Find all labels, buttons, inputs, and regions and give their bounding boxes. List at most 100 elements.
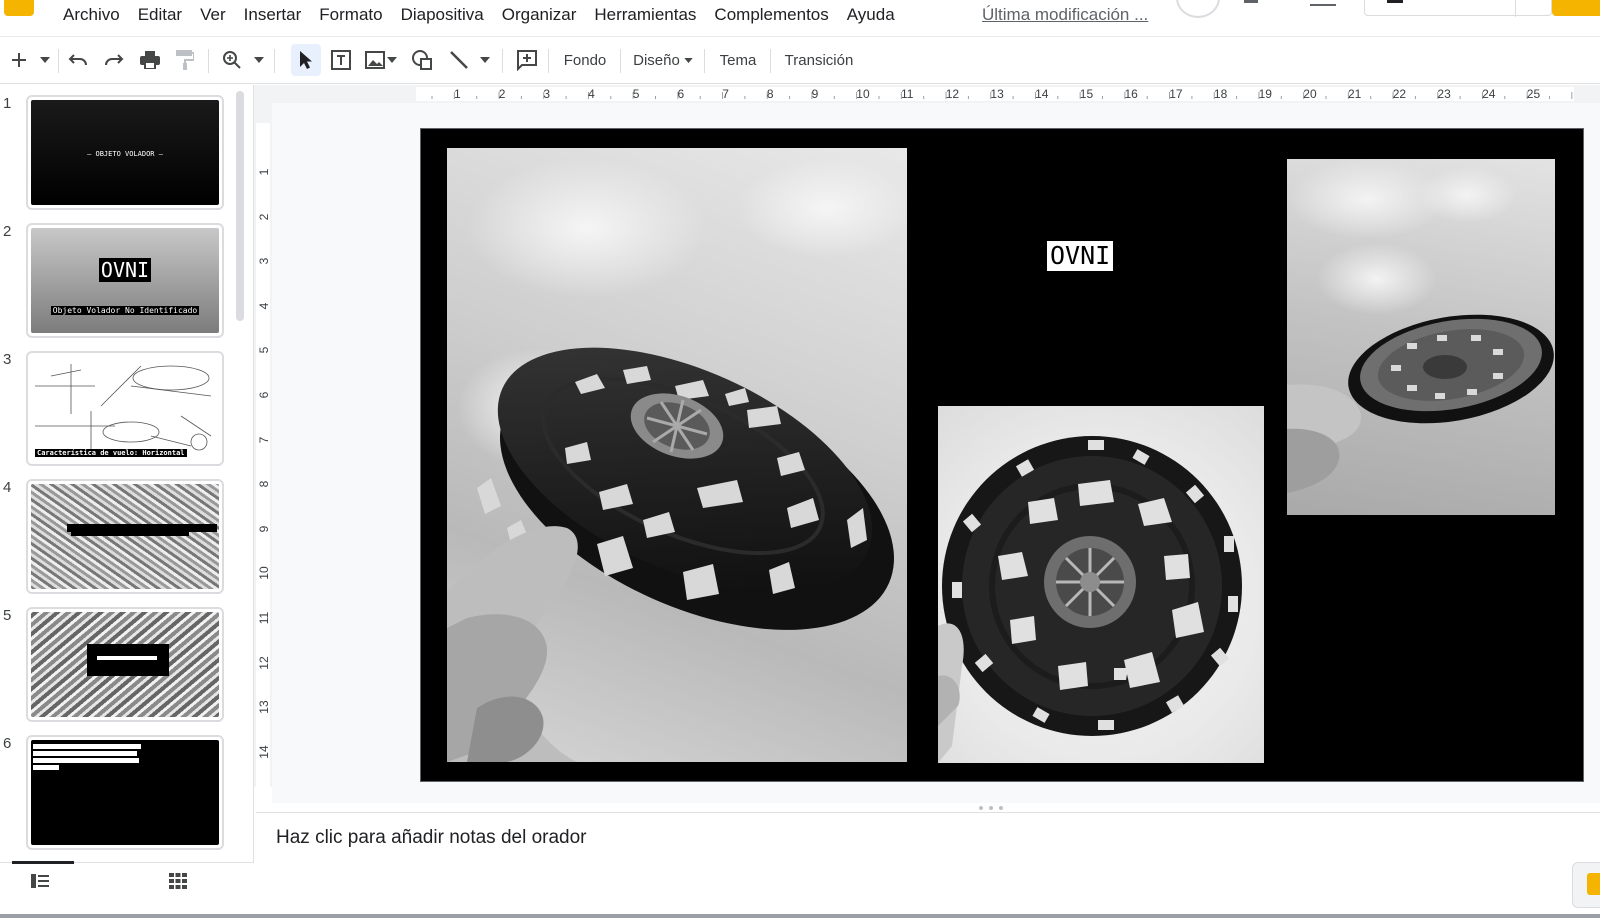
ruler-tick-label: 10 [856,87,870,101]
slide-thumbnail-textbar [33,765,59,770]
theme-button[interactable]: Tema [712,37,764,83]
slide-number: 1 [3,95,12,112]
slide-thumbnail-textbox [87,644,169,676]
shape-icon[interactable] [408,37,436,83]
ruler-tick-label: 14 [1035,87,1049,101]
zoom-icon[interactable] [218,37,246,83]
share-button[interactable] [1552,0,1600,16]
slide-thumbnail-title: OVNI [98,258,152,282]
image-dropdown-icon[interactable] [384,37,400,83]
ruler-tick-label: 5 [257,347,271,354]
slide-thumbnail-1[interactable]: – OBJETO VOLADOR – [26,95,224,210]
slide-thumbnail-3[interactable]: Característica de vuelo: Horizontal [26,351,224,466]
slide-thumbnail-text: – OBJETO VOLADOR – [87,150,163,158]
new-slide-dropdown-icon[interactable] [36,37,54,83]
last-modified-link[interactable]: Última modificación ... [982,4,1148,26]
keep-icon [1587,873,1600,895]
ruler-tick-label: 25 [1526,87,1541,101]
comments-icon[interactable] [1310,0,1336,6]
toolbar: Fondo Diseño Tema Transición [0,36,1600,84]
menu-formato[interactable]: Formato [310,4,391,26]
menu-organizar[interactable]: Organizar [493,4,586,26]
theme-button-label: Tema [719,51,757,69]
menu-insertar[interactable]: Insertar [235,4,311,26]
ruler-tick-label: 11 [257,611,271,625]
ruler-tick-label: 4 [588,87,595,101]
ruler-tick-label: 23 [1437,87,1451,101]
speaker-notes-placeholder[interactable]: Haz clic para añadir notas del orador [276,827,587,849]
flight-diagram-sketch [35,364,212,451]
filmstrip-view-switcher [0,861,254,900]
slide-number: 3 [3,351,12,368]
ruler-tick-label: 20 [1303,87,1317,101]
menu-ver[interactable]: Ver [191,4,235,26]
window-bottom-edge [0,914,1600,918]
grid-view-icon[interactable] [164,869,192,893]
ruler-tick-label: 18 [1213,87,1228,101]
slide-thumbnail-content [31,612,219,717]
slide-thumbnail-6[interactable] [26,735,224,850]
active-view-indicator [12,861,74,864]
line-dropdown-icon[interactable] [476,37,494,83]
present-button[interactable] [1364,0,1552,17]
ruler-tick-label: 4 [257,302,271,310]
ruler-tick-label: 12 [945,87,960,101]
ufo-photo-sky[interactable] [1287,159,1555,515]
menu-items: Archivo Editar Ver Insertar Formato Diap… [54,4,904,26]
redo-icon[interactable] [100,37,128,83]
new-slide-icon[interactable] [6,37,32,83]
menu-complementos[interactable]: Complementos [705,4,837,26]
slide-thumbnail-4[interactable] [26,479,224,594]
slide-number: 2 [3,223,12,240]
transition-button[interactable]: Transición [778,37,860,83]
ruler-tick-label: 24 [1482,87,1496,101]
side-panel-toggle[interactable] [1572,862,1600,908]
slide-thumbnail-5[interactable] [26,607,224,722]
menu-editar[interactable]: Editar [129,4,191,26]
ruler-tick-label: 13 [257,700,271,714]
add-comment-icon[interactable] [512,37,542,83]
menu-ayuda[interactable]: Ayuda [838,4,904,26]
ruler-tick-label: 21 [1348,87,1362,101]
text-box-icon[interactable] [326,37,356,83]
current-slide[interactable]: OVNI [420,128,1584,782]
slide-thumbnail-textbar [33,751,137,756]
history-icon[interactable] [1176,0,1220,18]
ruler-tick-label: 3 [543,87,551,101]
toolbar-divider [620,49,621,73]
ruler-tick-label: 10 [257,566,271,581]
menu-diapositiva[interactable]: Diapositiva [392,4,493,26]
line-icon[interactable] [446,37,472,83]
menu-archivo[interactable]: Archivo [54,4,129,26]
toolbar-divider [58,49,59,73]
ufo-photo-top-view[interactable] [938,406,1264,763]
layout-button-label: Diseño [633,51,680,69]
slide-number: 6 [3,735,12,752]
present-mode-icon[interactable] [1244,0,1258,3]
zoom-dropdown-icon[interactable] [250,37,268,83]
slide-thumbnail-textbar [33,744,141,749]
slide-thumbnail-content: Característica de vuelo: Horizontal [31,356,219,461]
select-icon[interactable] [291,37,321,83]
slide-title[interactable]: OVNI [1047,241,1114,271]
layout-button[interactable]: Diseño [628,37,698,83]
paint-format-icon[interactable] [172,37,198,83]
ruler-tick-label: 19 [1258,87,1272,101]
toolbar-divider [548,49,549,73]
undo-icon[interactable] [64,37,92,83]
slide-thumbnail-2[interactable]: OVNI Objeto Volador No Identificado [26,223,224,338]
ruler-tick-label: 7 [257,436,271,443]
slides-logo-icon[interactable] [4,0,34,16]
ufo-photo-large[interactable] [447,148,907,762]
ruler-tick-label: 12 [257,655,271,670]
filmstrip-view-icon[interactable] [26,869,54,893]
notes-resize-handle[interactable] [976,804,1006,812]
print-icon[interactable] [136,37,164,83]
ruler-tick-label: 7 [722,87,729,101]
background-button[interactable]: Fondo [556,37,614,83]
ruler-tick-label: 9 [811,87,819,101]
ruler-tick-label: 22 [1392,87,1407,101]
filmstrip-scrollbar[interactable] [236,91,244,321]
menu-herramientas[interactable]: Herramientas [585,4,705,26]
speaker-notes-panel[interactable]: Haz clic para añadir notas del orador [256,812,1600,918]
